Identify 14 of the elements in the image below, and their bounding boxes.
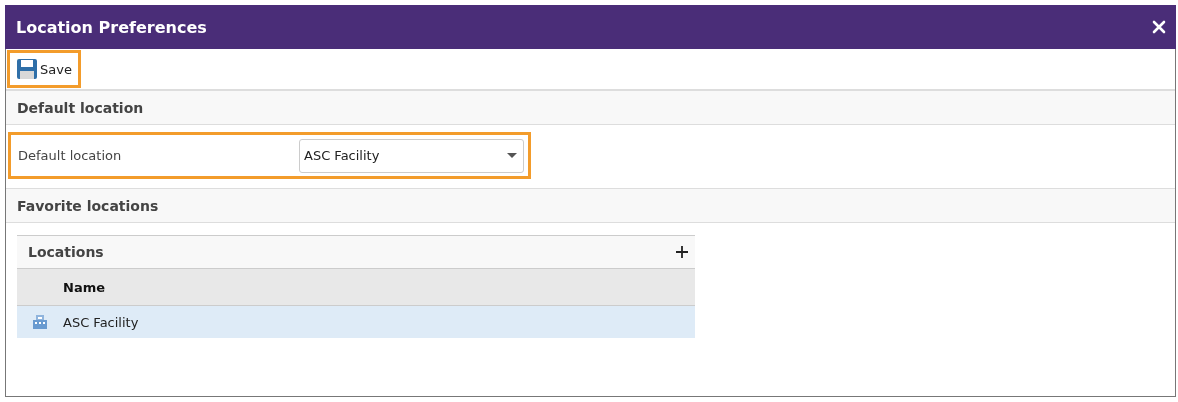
section-title: Favorite locations — [17, 197, 159, 214]
save-button[interactable]: Save — [7, 50, 81, 88]
building-icon — [33, 314, 47, 330]
grid-title: Locations — [28, 244, 104, 260]
section-title: Default location — [17, 99, 144, 116]
table-cell: ASC Facility — [63, 314, 139, 330]
table-row[interactable]: ASC Facility — [17, 306, 695, 338]
caret-icon — [507, 152, 517, 159]
column-header[interactable]: Name — [63, 279, 105, 295]
window-title: Location Preferences — [16, 17, 207, 37]
add-icon[interactable] — [675, 245, 689, 259]
field-label: Default location — [18, 148, 123, 163]
close-icon[interactable] — [1152, 20, 1166, 34]
location-dropdown[interactable]: ASC Facility — [299, 138, 524, 173]
